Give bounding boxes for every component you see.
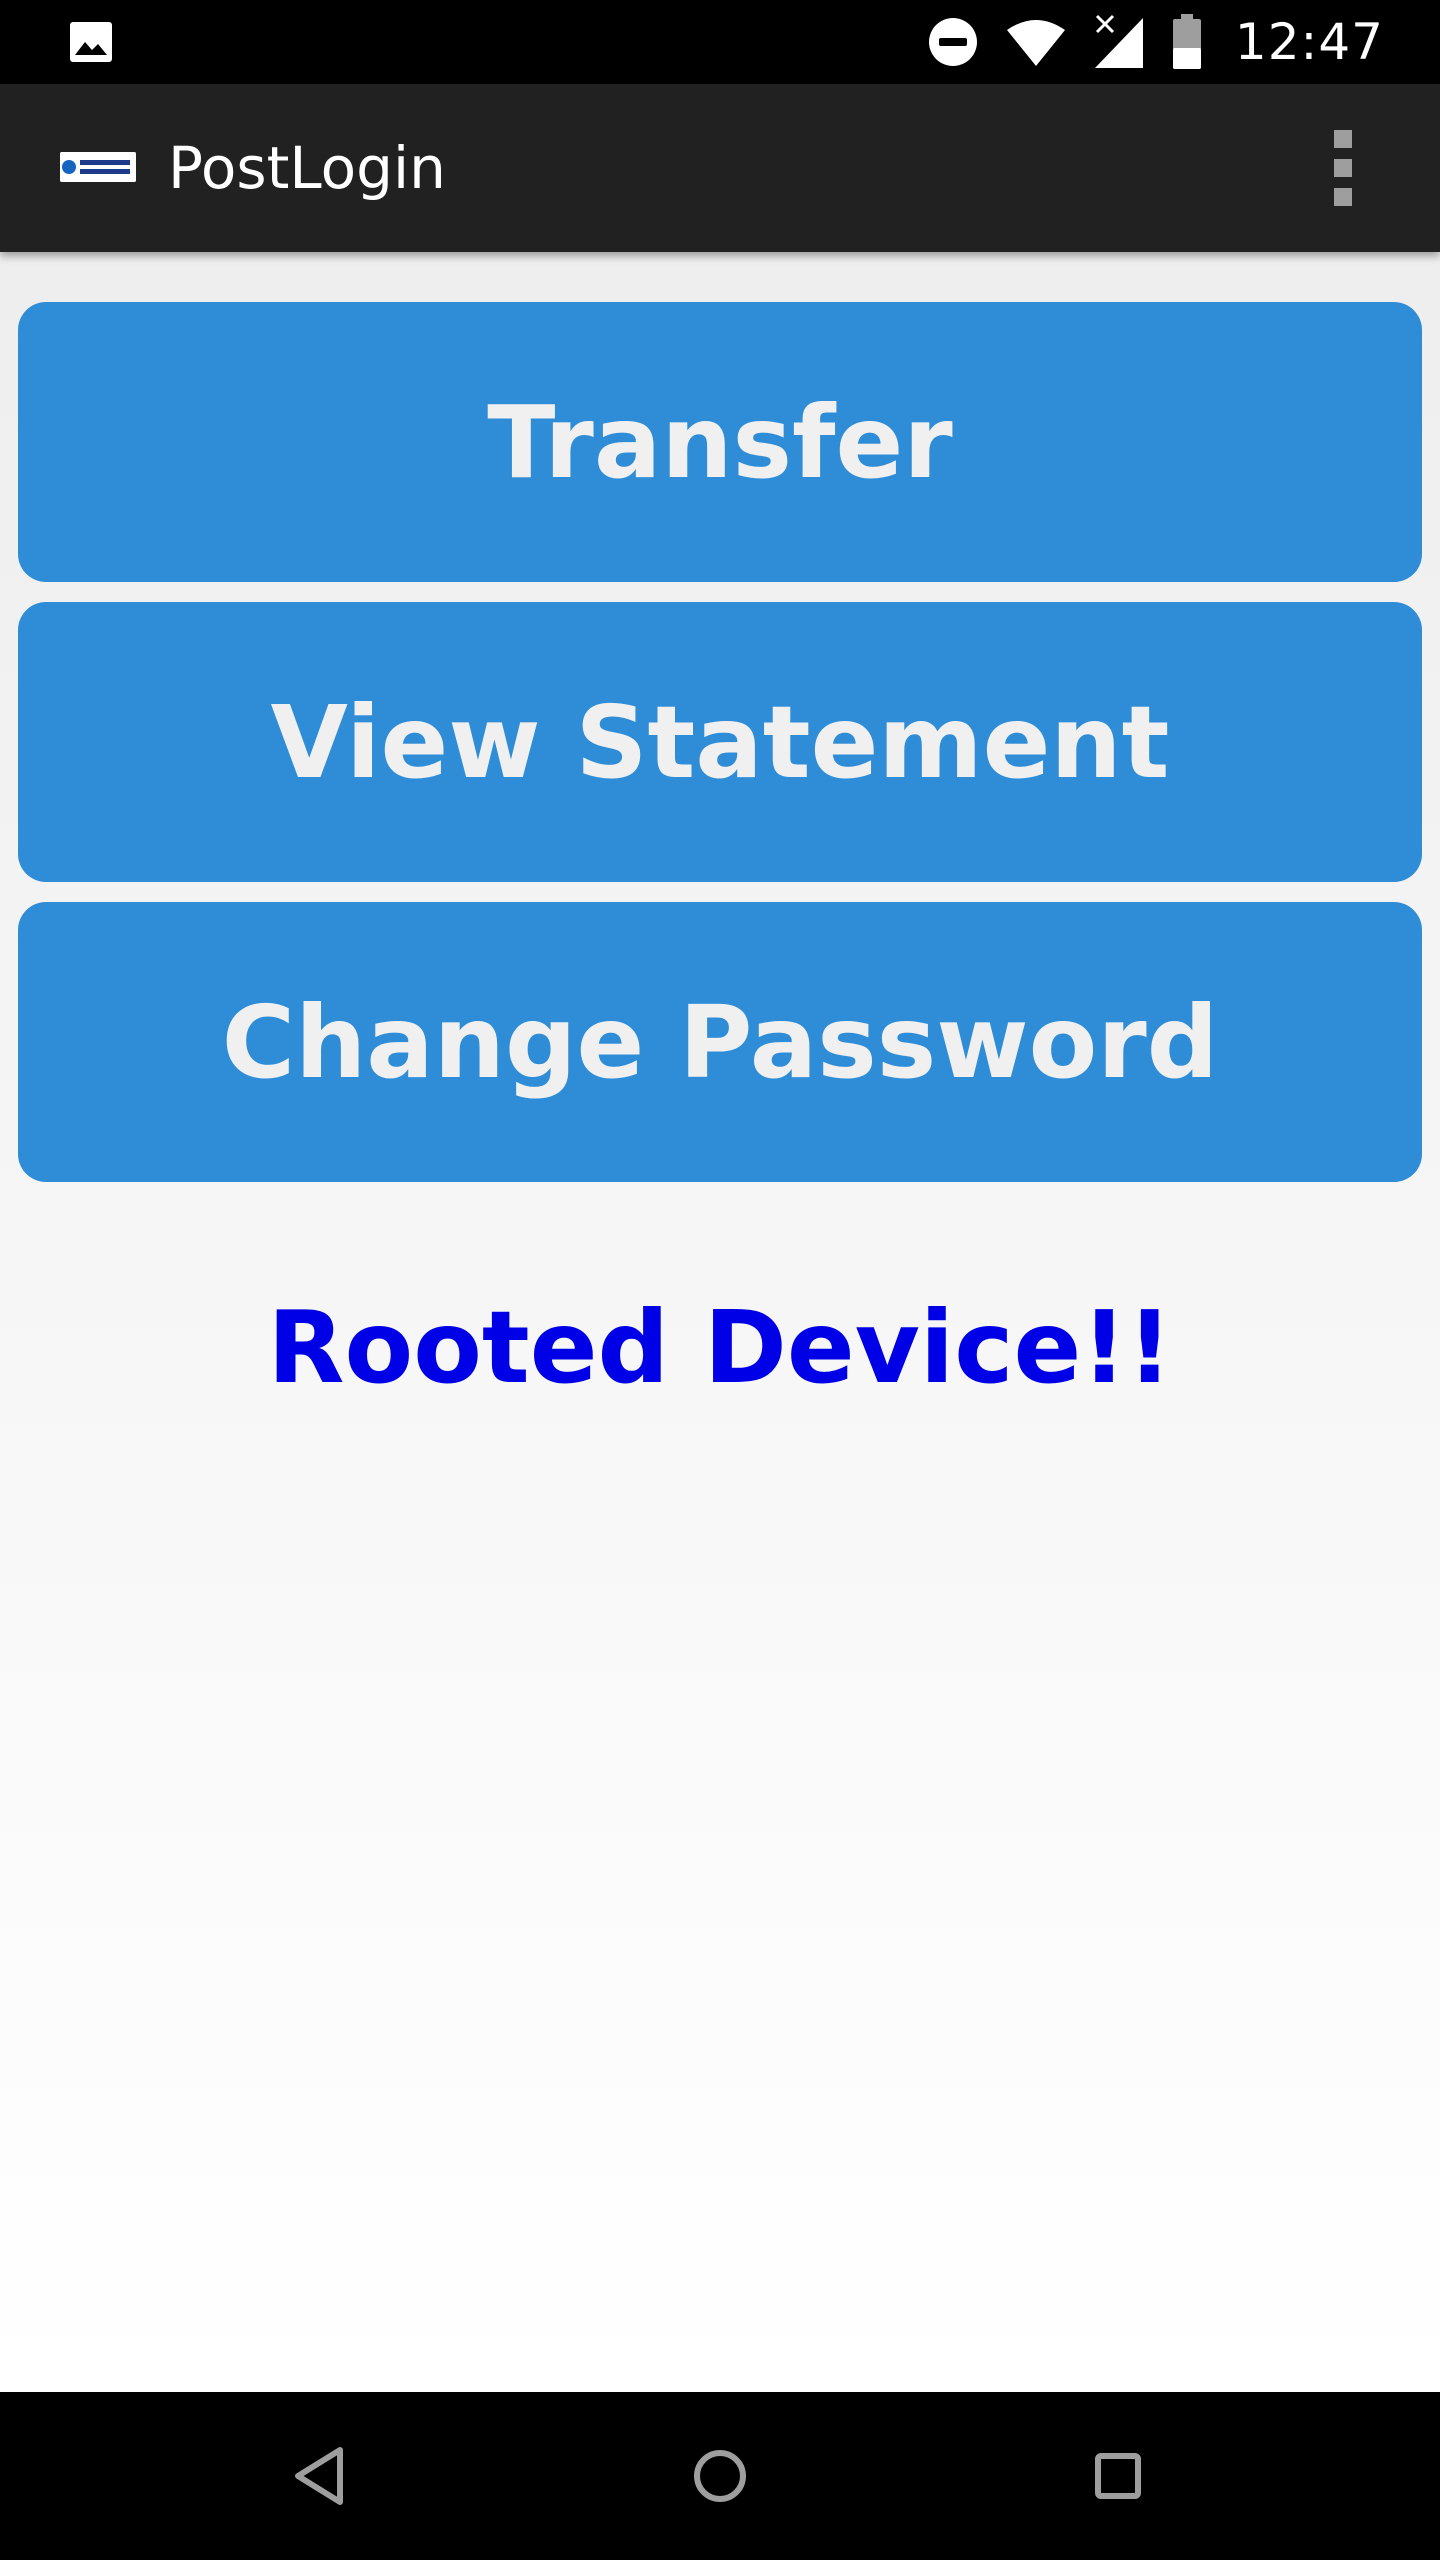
- recents-icon[interactable]: [1078, 2436, 1158, 2516]
- status-bar-time: 12:47: [1234, 13, 1384, 71]
- battery-icon: [1172, 14, 1201, 69]
- status-bar: 12:47: [0, 0, 1440, 84]
- rooted-device-message: Rooted Device!!: [267, 1289, 1173, 1406]
- home-icon[interactable]: [680, 2436, 760, 2516]
- overflow-menu-icon[interactable]: [1318, 128, 1366, 208]
- cell-signal-no-data-icon: [1094, 14, 1143, 68]
- back-icon[interactable]: [280, 2436, 360, 2516]
- change-password-button[interactable]: Change Password: [18, 902, 1422, 1182]
- status-icons: 12:47: [927, 0, 1384, 84]
- do-not-disturb-icon: [928, 18, 977, 66]
- security-innovation-logo-icon: [60, 152, 136, 182]
- view-statement-button[interactable]: View Statement: [18, 602, 1422, 882]
- navigation-bar: [0, 2392, 1440, 2560]
- app-title: PostLogin: [168, 134, 446, 202]
- image-notification-icon: [70, 22, 112, 62]
- content-area: Transfer View Statement Change Password …: [0, 252, 1440, 2392]
- app-bar: PostLogin: [0, 84, 1440, 252]
- transfer-button[interactable]: Transfer: [18, 302, 1422, 582]
- wifi-icon: [1006, 20, 1065, 66]
